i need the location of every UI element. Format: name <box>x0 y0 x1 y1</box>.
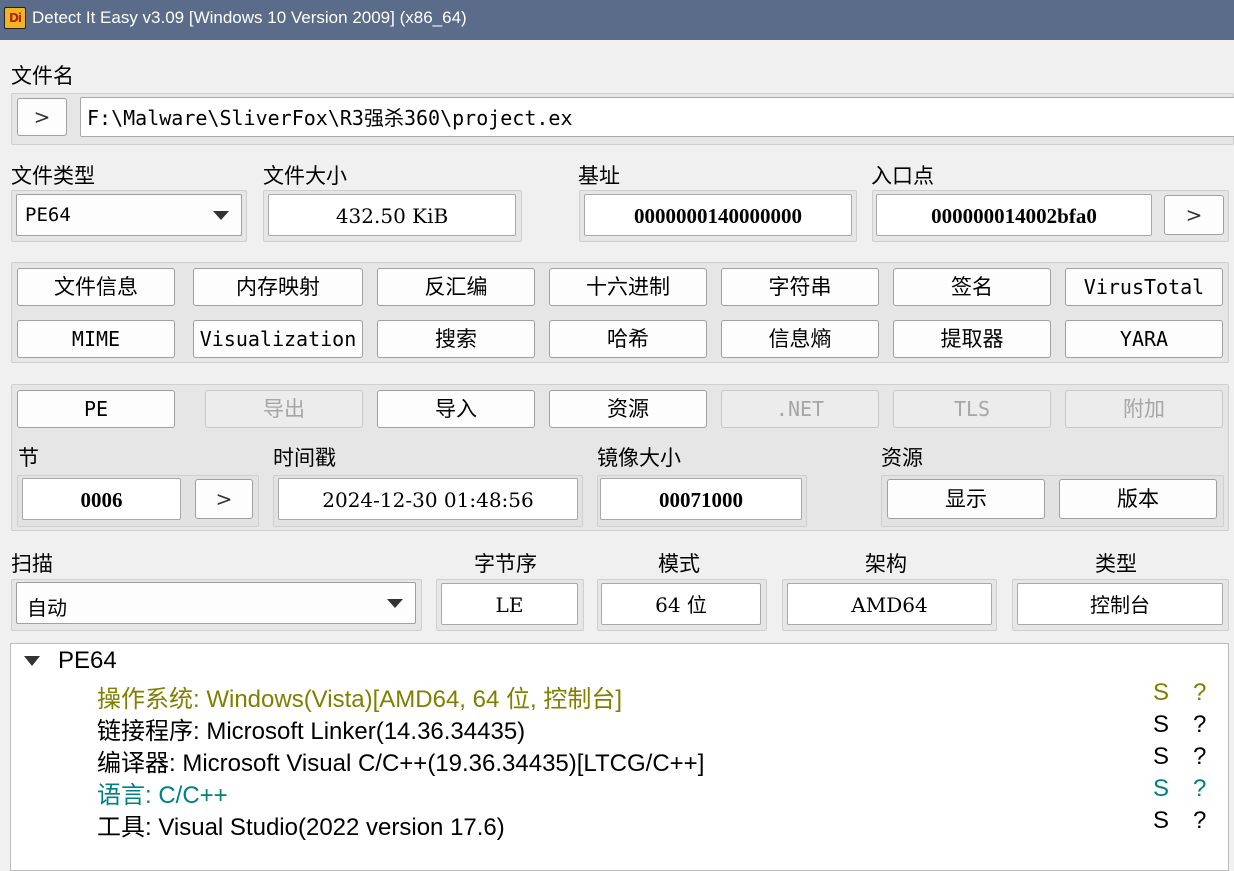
entry-point-field: 000000014002bfa0 <box>876 194 1152 236</box>
type-field: 控制台 <box>1017 583 1223 625</box>
dotnet-button[interactable]: .NET <box>721 390 879 428</box>
chevron-down-icon <box>213 211 229 220</box>
hex-button[interactable]: 十六进制 <box>549 268 707 306</box>
scan-mode-value: 自动 <box>27 596 67 620</box>
file-browse-button[interactable]: > <box>17 98 67 136</box>
search-button[interactable]: 搜索 <box>377 320 535 358</box>
file-size-label: 文件大小 <box>263 164 347 188</box>
yara-button[interactable]: YARA <box>1065 320 1223 358</box>
sections-label: 节 <box>18 446 39 470</box>
result-row-os[interactable]: 操作系统: Windows(Vista)[AMD64, 64 位, 控制台] <box>97 679 622 714</box>
tree-root-label[interactable]: PE64 <box>58 647 117 675</box>
signatures-button[interactable]: 签名 <box>893 268 1051 306</box>
timestamp-label: 时间戳 <box>273 446 336 470</box>
virustotal-button[interactable]: VirusTotal <box>1065 268 1223 306</box>
timestamp-field: 2024-12-30 01:48:56 <box>278 478 578 520</box>
resources-show-button[interactable]: 显示 <box>887 479 1045 519</box>
sections-open-button[interactable]: > <box>195 479 253 519</box>
result-row-language-info[interactable]: ? <box>1193 775 1206 803</box>
result-row-compiler-info[interactable]: ? <box>1193 743 1206 771</box>
scan-mode-select[interactable]: 自动 <box>16 582 416 624</box>
base-address-label: 基址 <box>578 164 620 188</box>
result-row-os-signature[interactable]: S <box>1153 679 1169 707</box>
app-logo-icon: Di <box>4 7 26 29</box>
exports-button[interactable]: 导出 <box>205 390 363 428</box>
resources-version-button[interactable]: 版本 <box>1059 479 1217 519</box>
result-row-compiler[interactable]: 编译器: Microsoft Visual C/C++(19.36.34435)… <box>97 743 704 778</box>
result-row-tool-info[interactable]: ? <box>1193 807 1206 835</box>
file-type-label: 文件类型 <box>11 164 95 188</box>
mode-field: 64 位 <box>601 583 761 625</box>
image-size-field: 00071000 <box>600 478 802 520</box>
endianness-label: 字节序 <box>474 552 537 576</box>
file-info-button[interactable]: 文件信息 <box>17 268 175 306</box>
result-row-linker-signature[interactable]: S <box>1153 711 1169 739</box>
mode-label: 模式 <box>658 552 700 576</box>
chevron-down-icon <box>387 599 403 608</box>
result-row-tool[interactable]: 工具: Visual Studio(2022 version 17.6) <box>97 807 505 842</box>
entropy-button[interactable]: 信息熵 <box>721 320 879 358</box>
result-row-language-signature[interactable]: S <box>1153 775 1169 803</box>
window-title: Detect It Easy v3.09 [Windows 10 Version… <box>32 8 467 27</box>
result-row-language[interactable]: 语言: C/C++ <box>97 775 228 810</box>
hash-button[interactable]: 哈希 <box>549 320 707 358</box>
architecture-field: AMD64 <box>787 583 992 625</box>
result-row-os-info[interactable]: ? <box>1193 679 1206 707</box>
extractor-button[interactable]: 提取器 <box>893 320 1051 358</box>
imports-button[interactable]: 导入 <box>377 390 535 428</box>
result-row-linker-info[interactable]: ? <box>1193 711 1206 739</box>
file-name-label: 文件名 <box>11 64 74 88</box>
scan-label: 扫描 <box>11 552 53 576</box>
mime-button[interactable]: MIME <box>17 320 175 358</box>
visualization-button[interactable]: Visualization <box>193 320 363 358</box>
strings-button[interactable]: 字符串 <box>721 268 879 306</box>
disassembly-button[interactable]: 反汇编 <box>377 268 535 306</box>
sections-field: 0006 <box>22 478 181 520</box>
overlay-button[interactable]: 附加 <box>1065 390 1223 428</box>
type-label: 类型 <box>1095 552 1137 576</box>
entry-point-goto-button[interactable]: > <box>1164 195 1224 235</box>
base-address-field: 0000000140000000 <box>584 194 852 236</box>
tls-button[interactable]: TLS <box>893 390 1051 428</box>
architecture-label: 架构 <box>865 552 907 576</box>
result-row-tool-signature[interactable]: S <box>1153 807 1169 835</box>
title-bar: Di Detect It Easy v3.09 [Windows 10 Vers… <box>0 0 1234 40</box>
resources-button[interactable]: 资源 <box>549 390 707 428</box>
result-row-linker[interactable]: 链接程序: Microsoft Linker(14.36.34435) <box>97 711 525 746</box>
resources-label: 资源 <box>881 446 923 470</box>
file-path-input[interactable]: F:\Malware\SliverFox\R3强杀360\project.ex <box>80 97 1234 137</box>
entry-point-label: 入口点 <box>871 164 934 188</box>
file-type-value: PE64 <box>25 204 71 226</box>
memory-map-button[interactable]: 内存映射 <box>193 268 363 306</box>
tree-expand-icon[interactable] <box>24 656 40 666</box>
file-type-select[interactable]: PE64 <box>16 194 242 236</box>
pe-button[interactable]: PE <box>17 390 175 428</box>
file-size-field: 432.50 KiB <box>268 194 516 236</box>
result-row-compiler-signature[interactable]: S <box>1153 743 1169 771</box>
endianness-field: LE <box>441 583 578 625</box>
image-size-label: 镜像大小 <box>597 446 681 470</box>
